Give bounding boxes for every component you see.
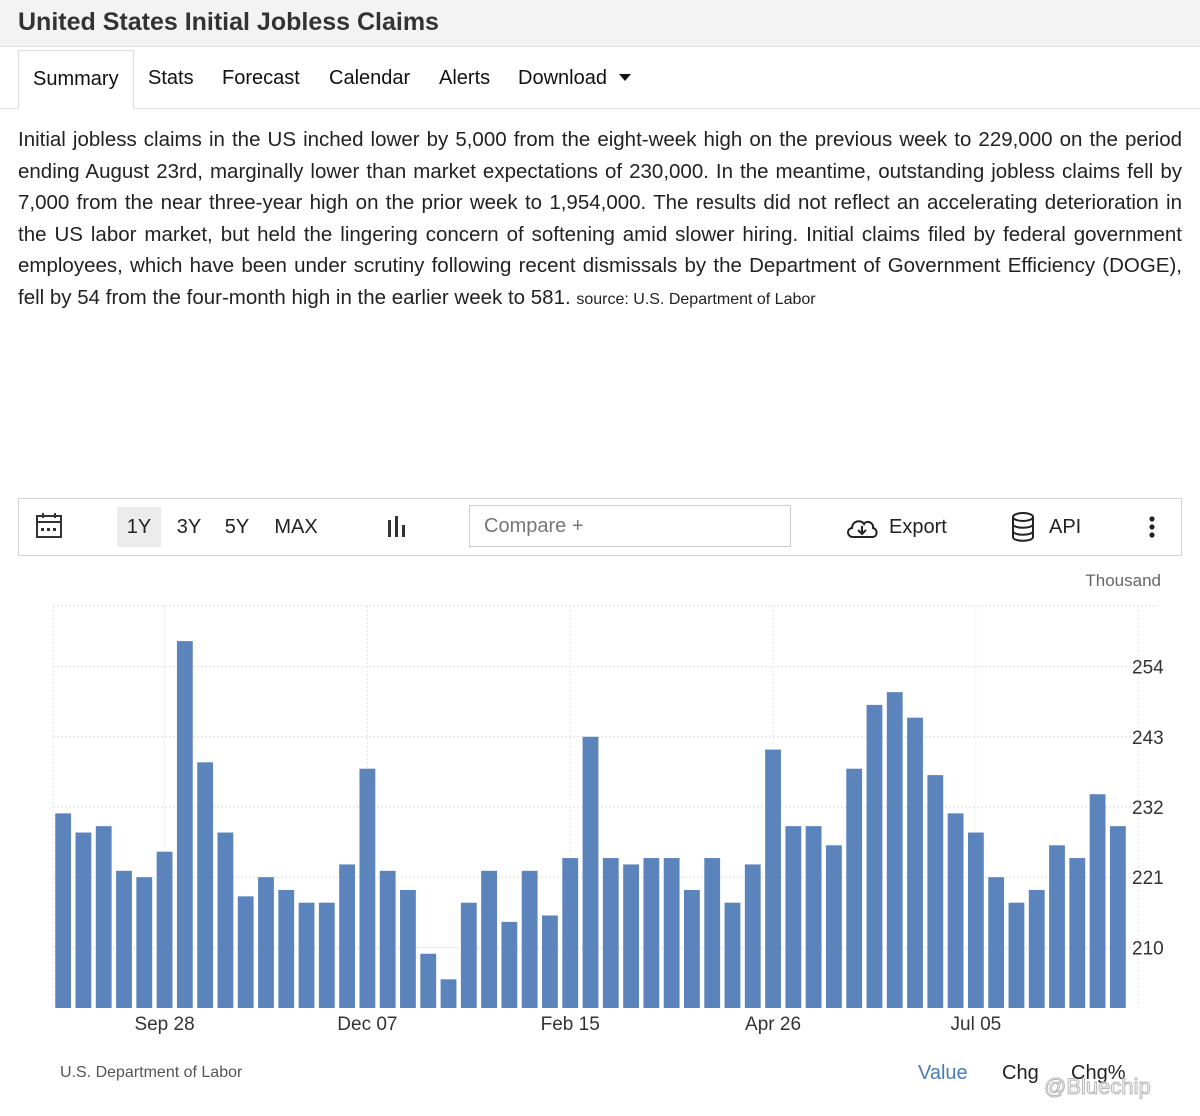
cloud-download-icon bbox=[847, 520, 878, 538]
range-5y-button[interactable]: 5Y bbox=[217, 499, 257, 555]
tab-bar: Summary Stats Forecast Calendar Alerts D… bbox=[0, 50, 1200, 109]
range-1y-button[interactable]: 1Y bbox=[117, 507, 161, 547]
bar[interactable] bbox=[602, 858, 619, 1008]
bar[interactable] bbox=[55, 813, 72, 1008]
page-title: United States Initial Jobless Claims bbox=[18, 8, 439, 36]
bar[interactable] bbox=[156, 851, 173, 1008]
tab-download[interactable]: Download bbox=[518, 50, 631, 106]
chart-toolbar: 1Y 3Y 5Y MAX Export API bbox=[18, 498, 1182, 556]
bar[interactable] bbox=[643, 858, 660, 1008]
bar[interactable] bbox=[481, 870, 497, 1008]
bar[interactable] bbox=[866, 704, 883, 1008]
bar[interactable] bbox=[846, 768, 863, 1008]
bar[interactable] bbox=[460, 902, 477, 1008]
bar[interactable] bbox=[1089, 794, 1106, 1008]
title-bar: United States Initial Jobless Claims bbox=[0, 0, 1200, 47]
bar[interactable] bbox=[136, 877, 153, 1008]
bar[interactable] bbox=[724, 902, 741, 1008]
bar-chart: 210 221 232 243 254 Sep 28 Dec 07 Feb 15 Apr 26… bbox=[52, 571, 1164, 1035]
y-tick-label: 232 bbox=[1132, 798, 1164, 819]
bar[interactable] bbox=[95, 826, 112, 1008]
bar[interactable] bbox=[785, 826, 802, 1008]
bar[interactable] bbox=[1008, 902, 1025, 1008]
bar[interactable] bbox=[75, 832, 92, 1008]
y-tick-label: 210 bbox=[1132, 938, 1164, 959]
tab-calendar[interactable]: Calendar bbox=[329, 50, 410, 106]
bar[interactable] bbox=[663, 858, 680, 1008]
bar[interactable] bbox=[542, 915, 558, 1008]
export-label: Export bbox=[889, 516, 947, 538]
api-button[interactable]: API bbox=[1011, 499, 1081, 555]
bar[interactable] bbox=[967, 832, 984, 1008]
range-3y-button[interactable]: 3Y bbox=[169, 499, 209, 555]
bar[interactable] bbox=[359, 768, 376, 1008]
bar[interactable] bbox=[582, 736, 599, 1008]
bar[interactable] bbox=[1069, 858, 1086, 1008]
caret-down-icon bbox=[618, 74, 631, 81]
description-source: source: U.S. Department of Labor bbox=[576, 290, 816, 308]
x-tick-label: Apr 26 bbox=[745, 1014, 801, 1035]
bar[interactable] bbox=[521, 870, 538, 1008]
y-tick-label: 221 bbox=[1132, 868, 1164, 889]
compare-input[interactable] bbox=[469, 505, 791, 547]
bar[interactable] bbox=[1049, 845, 1065, 1008]
tab-summary[interactable]: Summary bbox=[18, 50, 134, 109]
bar[interactable] bbox=[684, 889, 700, 1008]
description-text: Initial jobless claims in the US inched … bbox=[18, 128, 1182, 309]
tab-download-label: Download bbox=[518, 67, 607, 89]
chart-area: 210 221 232 243 254 Sep 28 Dec 07 Feb 15 Apr 26… bbox=[18, 556, 1182, 1116]
bar[interactable] bbox=[197, 762, 214, 1008]
summary-description: Initial jobless claims in the US inched … bbox=[18, 124, 1182, 316]
bar[interactable] bbox=[217, 832, 234, 1008]
bar[interactable] bbox=[258, 877, 274, 1008]
bar[interactable] bbox=[278, 889, 295, 1008]
export-button[interactable]: Export bbox=[845, 499, 955, 555]
bar[interactable] bbox=[116, 870, 132, 1008]
tab-stats[interactable]: Stats bbox=[148, 50, 194, 106]
x-tick-label: Dec 07 bbox=[337, 1014, 397, 1035]
range-max-button[interactable]: MAX bbox=[271, 499, 321, 555]
x-tick-label: Feb 15 bbox=[541, 1014, 600, 1035]
bar[interactable] bbox=[927, 775, 944, 1008]
bar[interactable] bbox=[825, 845, 842, 1008]
chg-tab[interactable]: Chg bbox=[1002, 1062, 1039, 1085]
bar[interactable] bbox=[805, 826, 822, 1008]
calendar-icon[interactable] bbox=[35, 499, 65, 555]
bar[interactable] bbox=[1109, 826, 1126, 1008]
value-tab[interactable]: Value bbox=[918, 1062, 968, 1085]
bar[interactable] bbox=[400, 889, 416, 1008]
bar[interactable] bbox=[379, 870, 396, 1008]
bar[interactable] bbox=[704, 858, 721, 1008]
bar[interactable] bbox=[176, 641, 193, 1008]
more-vertical-icon[interactable] bbox=[1145, 499, 1159, 555]
bar[interactable] bbox=[420, 953, 437, 1008]
bar[interactable] bbox=[947, 813, 964, 1008]
bar[interactable] bbox=[744, 864, 761, 1008]
api-label: API bbox=[1049, 516, 1082, 538]
tab-alerts[interactable]: Alerts bbox=[439, 50, 490, 106]
database-icon bbox=[1012, 512, 1034, 542]
watermark: @Bluechip bbox=[1044, 1074, 1152, 1100]
x-tick-label: Jul 05 bbox=[951, 1014, 1002, 1035]
bar[interactable] bbox=[440, 979, 457, 1008]
bar[interactable] bbox=[339, 864, 356, 1008]
bar[interactable] bbox=[765, 749, 781, 1008]
footer-source: U.S. Department of Labor bbox=[60, 1064, 243, 1081]
bar[interactable] bbox=[988, 877, 1005, 1008]
y-tick-label: 254 bbox=[1132, 658, 1164, 679]
bar[interactable] bbox=[1028, 889, 1045, 1008]
bar[interactable] bbox=[623, 864, 639, 1008]
bar[interactable] bbox=[907, 717, 923, 1008]
x-tick-label: Sep 28 bbox=[134, 1014, 194, 1035]
bar[interactable] bbox=[318, 902, 335, 1008]
y-tick-label: 243 bbox=[1132, 728, 1164, 749]
bar[interactable] bbox=[562, 858, 579, 1008]
bar[interactable] bbox=[501, 921, 518, 1008]
unit-label: Thousand bbox=[1085, 571, 1161, 590]
bar[interactable] bbox=[886, 692, 903, 1008]
bar[interactable] bbox=[298, 902, 315, 1008]
bar-chart-icon[interactable] bbox=[385, 499, 409, 555]
tab-forecast[interactable]: Forecast bbox=[222, 50, 300, 106]
bar[interactable] bbox=[237, 896, 254, 1008]
